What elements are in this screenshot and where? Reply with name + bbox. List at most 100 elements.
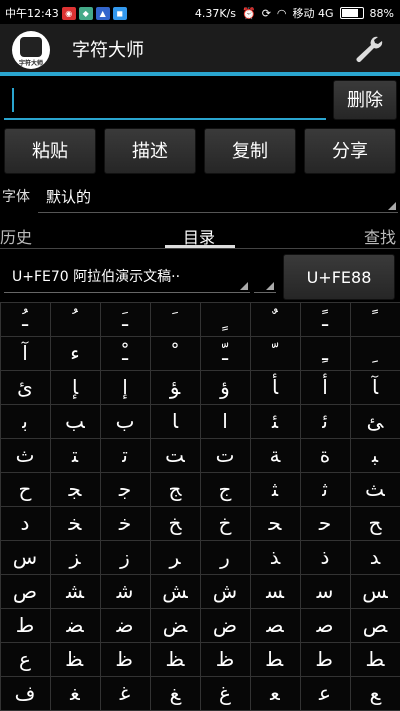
grid-cell[interactable]: ﺂ xyxy=(350,370,400,404)
grid-cell[interactable]: ﺻ xyxy=(300,608,350,642)
grid-cell[interactable]: ﻌ xyxy=(250,676,300,710)
grid-cell[interactable]: ﹹ xyxy=(0,302,50,336)
grid-cell[interactable]: ﻄ xyxy=(250,642,300,676)
grid-cell[interactable]: ﺭ xyxy=(200,540,250,574)
grid-cell[interactable]: ﻈ xyxy=(50,642,100,676)
paste-button[interactable]: 粘贴 xyxy=(4,128,96,174)
grid-cell[interactable]: ﺈ xyxy=(50,370,100,404)
delete-button[interactable]: 删除 xyxy=(333,80,397,120)
grid-cell[interactable]: ﻉ xyxy=(0,642,50,676)
grid-cell[interactable]: ﻐ xyxy=(50,676,100,710)
grid-cell[interactable]: ﻑ xyxy=(0,676,50,710)
grid-cell[interactable]: ﻅ xyxy=(200,642,250,676)
grid-cell[interactable]: ﹻ xyxy=(300,336,350,370)
grid-cell[interactable]: ﹿ xyxy=(100,336,150,370)
grid-cell[interactable]: ﺄ xyxy=(250,370,300,404)
grid-cell[interactable]: ﺣ xyxy=(300,506,350,540)
grid-cell[interactable]: ﺐ xyxy=(50,404,100,438)
grid-cell[interactable]: ﺓ xyxy=(300,438,350,472)
wrench-icon[interactable] xyxy=(352,34,384,64)
grid-cell[interactable]: ﺝ xyxy=(200,472,250,506)
grid-cell[interactable]: ﻂ xyxy=(350,642,400,676)
grid-cell[interactable]: ﹰ xyxy=(350,302,400,336)
grid-cell[interactable]: ﺃ xyxy=(300,370,350,404)
font-dropdown[interactable]: 默认的 xyxy=(38,180,398,213)
grid-cell[interactable]: ﺗ xyxy=(100,438,150,472)
grid-cell[interactable]: ﺠ xyxy=(50,472,100,506)
grid-cell[interactable]: ﻏ xyxy=(100,676,150,710)
grid-cell[interactable]: ﻀ xyxy=(50,608,100,642)
grid-cell[interactable]: ﻆ xyxy=(150,642,200,676)
grid-cell[interactable]: ﺍ xyxy=(200,404,250,438)
grid-cell[interactable]: ﻊ xyxy=(350,676,400,710)
grid-cell[interactable]: ﺰ xyxy=(50,540,100,574)
grid-cell[interactable]: ﺋ xyxy=(300,404,350,438)
grid-cell[interactable]: ﹸ xyxy=(50,302,100,336)
grid-cell[interactable]: ﺔ xyxy=(250,438,300,472)
grid-cell[interactable]: ﺚ xyxy=(350,472,400,506)
grid-cell[interactable]: ﺹ xyxy=(0,574,50,608)
grid-cell[interactable]: ﺱ xyxy=(0,540,50,574)
grid-cell[interactable]: ﺟ xyxy=(100,472,150,506)
grid-cell[interactable]: ﺮ xyxy=(150,540,200,574)
describe-button[interactable]: 描述 xyxy=(104,128,196,174)
grid-cell[interactable]: ﺌ xyxy=(250,404,300,438)
grid-cell[interactable]: ﺾ xyxy=(150,608,200,642)
grid-cell[interactable]: ﻃ xyxy=(300,642,350,676)
grid-cell[interactable]: ﺿ xyxy=(100,608,150,642)
grid-cell[interactable]: ﹾ xyxy=(150,336,200,370)
grid-cell[interactable]: ﺨ xyxy=(50,506,100,540)
grid-cell[interactable]: ﺫ xyxy=(300,540,350,574)
grid-cell[interactable]: ﺅ xyxy=(200,370,250,404)
grid-cell[interactable]: ﺀ xyxy=(50,336,100,370)
grid-cell[interactable]: ﺆ xyxy=(150,370,200,404)
grid-cell[interactable]: ﺧ xyxy=(100,506,150,540)
grid-cell[interactable]: ﺒ xyxy=(350,438,400,472)
grid-cell[interactable]: ﺼ xyxy=(250,608,300,642)
grid-cell[interactable]: ﹶ xyxy=(150,302,200,336)
grid-cell[interactable]: ﺴ xyxy=(250,574,300,608)
grid-cell[interactable]: ﺢ xyxy=(350,506,400,540)
tab-search[interactable]: 查找 xyxy=(364,224,396,248)
grid-cell[interactable]: ﹱ xyxy=(300,302,350,336)
grid-cell[interactable]: ﺲ xyxy=(350,574,400,608)
grid-cell[interactable]: ﺛ xyxy=(300,472,350,506)
grid-cell[interactable]: ﺁ xyxy=(0,336,50,370)
grid-cell[interactable]: ﺡ xyxy=(0,472,50,506)
grid-cell[interactable]: ﺎ xyxy=(150,404,200,438)
grid-cell[interactable]: ﺪ xyxy=(350,540,400,574)
grid-cell[interactable]: ﺶ xyxy=(150,574,200,608)
grid-cell[interactable]: ﹺ xyxy=(350,336,400,370)
block-dropdown[interactable]: U+FE70 阿拉伯演示文稿·· xyxy=(4,258,250,293)
grid-cell[interactable]: ﺕ xyxy=(200,438,250,472)
grid-cell[interactable]: ﺇ xyxy=(100,370,150,404)
grid-cell[interactable]: ﺷ xyxy=(100,574,150,608)
grid-cell[interactable]: ﺥ xyxy=(200,506,250,540)
grid-cell[interactable]: ﹷ xyxy=(100,302,150,336)
grid-cell[interactable]: ﻎ xyxy=(150,676,200,710)
grid-cell[interactable]: ﺉ xyxy=(0,370,50,404)
grid-cell[interactable]: ﻍ xyxy=(200,676,250,710)
grid-cell[interactable]: ﺏ xyxy=(100,404,150,438)
sub-dropdown[interactable] xyxy=(254,258,276,293)
code-point-button[interactable]: U+FE88 xyxy=(283,254,395,300)
grid-cell[interactable]: ﺞ xyxy=(150,472,200,506)
grid-cell[interactable]: ﻁ xyxy=(0,608,50,642)
grid-cell[interactable]: ﺽ xyxy=(200,608,250,642)
grid-cell[interactable]: ﺤ xyxy=(250,506,300,540)
grid-cell[interactable]: ﺵ xyxy=(200,574,250,608)
grid-cell[interactable]: ﺘ xyxy=(50,438,100,472)
grid-cell[interactable]: ﺙ xyxy=(0,438,50,472)
grid-cell[interactable]: ﺦ xyxy=(150,506,200,540)
grid-cell[interactable]: ﹼ xyxy=(250,336,300,370)
copy-button[interactable]: 复制 xyxy=(204,128,296,174)
grid-cell[interactable]: ﺜ xyxy=(250,472,300,506)
grid-cell[interactable]: ﺸ xyxy=(50,574,100,608)
grid-cell[interactable]: ﺑ xyxy=(0,404,50,438)
grid-cell[interactable]: ﺳ xyxy=(300,574,350,608)
grid-cell[interactable]: ﹲ xyxy=(250,302,300,336)
grid-cell[interactable]: ﺖ xyxy=(150,438,200,472)
character-input[interactable] xyxy=(4,80,326,120)
grid-cell[interactable]: ﺺ xyxy=(350,608,400,642)
grid-cell[interactable]: ﺯ xyxy=(100,540,150,574)
